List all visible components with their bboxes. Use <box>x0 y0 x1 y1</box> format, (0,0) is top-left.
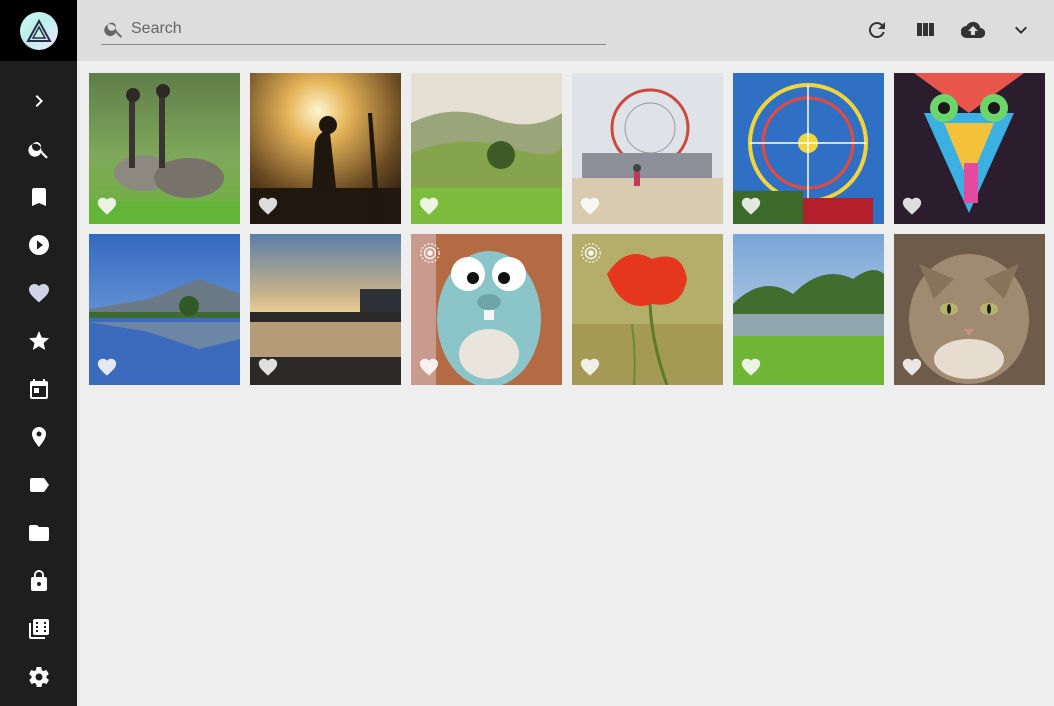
photo-tile-mountain-lake[interactable] <box>89 234 240 385</box>
favorite-heart-icon[interactable] <box>740 195 762 217</box>
search-icon <box>104 22 123 38</box>
favorite-heart-icon[interactable] <box>418 356 440 378</box>
photo-tile-ferris-wheel[interactable] <box>733 73 884 224</box>
favorite-heart-icon[interactable] <box>579 195 601 217</box>
photo-tile-pond-landscape[interactable] <box>733 234 884 385</box>
view-columns-button[interactable] <box>909 14 941 46</box>
sidebar-item-videos[interactable] <box>0 221 77 269</box>
star-icon <box>28 331 49 350</box>
refresh-icon <box>868 22 885 39</box>
sidebar-item-settings[interactable] <box>0 653 77 701</box>
sidebar-item-albums[interactable] <box>0 173 77 221</box>
favorite-heart-icon[interactable] <box>740 356 762 378</box>
top-toolbar <box>77 0 1054 61</box>
sidebar-item-search[interactable] <box>0 125 77 173</box>
photo-tile-tabby-cat[interactable] <box>894 234 1045 385</box>
sidebar-item-calendar[interactable] <box>0 365 77 413</box>
folder-icon <box>28 525 49 541</box>
favorite-heart-icon[interactable] <box>579 356 601 378</box>
refresh-button[interactable] <box>861 14 893 46</box>
photo-tile-red-poppy[interactable] <box>572 234 723 385</box>
view-columns-icon <box>917 23 934 36</box>
photo-tile-gopher-plush[interactable] <box>411 234 562 385</box>
film-folder-icon <box>28 619 49 639</box>
photo-tile-green-hills[interactable] <box>411 73 562 224</box>
favorite-heart-icon[interactable] <box>257 195 279 217</box>
photo-tile-beach-ferris-wheel[interactable] <box>572 73 723 224</box>
favorite-heart-icon[interactable] <box>96 195 118 217</box>
chevron-right-icon <box>35 95 43 107</box>
bookmark-icon <box>31 188 46 206</box>
app-logo[interactable] <box>0 0 77 61</box>
search-input[interactable] <box>129 15 603 43</box>
live-photo-icon <box>420 243 440 263</box>
sidebar-item-favorites[interactable] <box>0 269 77 317</box>
sidebar <box>0 0 77 706</box>
favorite-heart-icon[interactable] <box>901 195 923 217</box>
sidebar-item-private[interactable] <box>0 557 77 605</box>
sidebar-item-expand[interactable] <box>0 77 77 125</box>
chevron-down-icon <box>1015 26 1027 34</box>
lock-icon <box>30 570 47 591</box>
search-field[interactable] <box>101 12 606 45</box>
upload-button[interactable] <box>957 14 989 46</box>
sidebar-item-folders[interactable] <box>0 509 77 557</box>
photo-tile-colorful-mural[interactable] <box>894 73 1045 224</box>
photo-tile-river-sunset[interactable] <box>250 234 401 385</box>
sidebar-item-moments[interactable] <box>0 317 77 365</box>
favorite-heart-icon[interactable] <box>96 356 118 378</box>
calendar-icon <box>29 379 48 399</box>
live-photo-icon <box>581 243 601 263</box>
label-icon <box>29 478 49 492</box>
map-pin-icon <box>31 427 46 447</box>
favorite-heart-icon[interactable] <box>418 195 440 217</box>
favorite-heart-icon[interactable] <box>257 356 279 378</box>
photo-tile-geese[interactable] <box>89 73 240 224</box>
sidebar-item-library[interactable] <box>0 605 77 653</box>
gear-icon <box>28 667 49 687</box>
sidebar-item-places[interactable] <box>0 413 77 461</box>
more-menu-button[interactable] <box>1005 14 1037 46</box>
photo-grid <box>89 73 1049 385</box>
favorite-heart-icon[interactable] <box>901 356 923 378</box>
play-circle-icon <box>28 235 49 255</box>
triangle-logo-icon <box>19 11 58 50</box>
photo-tile-sunset-silhouette[interactable] <box>250 73 401 224</box>
sidebar-item-labels[interactable] <box>0 461 77 509</box>
upload-cloud-icon <box>961 21 985 39</box>
heart-icon <box>28 284 49 303</box>
search-icon <box>27 142 48 159</box>
